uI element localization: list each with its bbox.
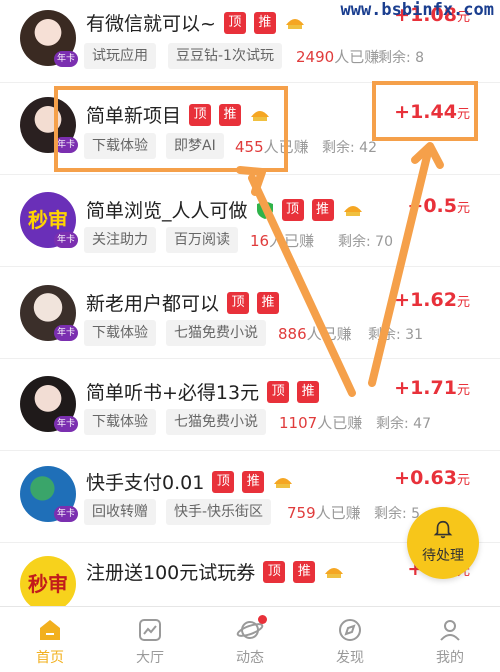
recommend-tag: 推	[257, 291, 280, 314]
task-title-row: 有微信就可以~ 顶 推	[86, 9, 306, 36]
task-row[interactable]: 年卡 简单新项目 顶 推 下载体验 即梦AI 455人已赚 剩余: 42 +1.…	[0, 83, 500, 175]
task-title-row: 简单浏览_人人可做 顶 推	[86, 196, 364, 223]
reward-price: +0.63元	[394, 467, 470, 489]
vip-badge: 年卡	[54, 325, 78, 341]
recommend-tag: 推	[219, 103, 242, 126]
category-chip: 回收转赠	[84, 499, 156, 525]
reward-price: +1.71元	[394, 377, 470, 399]
task-row[interactable]: 秒审 年卡 简单浏览_人人可做 顶 推 关注助力 百万阅读 16人已赚 剩余: …	[0, 175, 500, 267]
express-icon	[325, 567, 344, 578]
vip-badge: 年卡	[54, 232, 78, 248]
notification-dot	[258, 615, 267, 624]
top-tag: 顶	[223, 11, 246, 34]
nav-label: 动态	[236, 650, 264, 666]
chart-icon	[139, 619, 161, 641]
category-chip: 下载体验	[84, 133, 156, 159]
app-chip: 快手-快乐街区	[166, 499, 272, 525]
nav-label: 发现	[336, 650, 364, 666]
task-title: 注册送100元试玩券	[86, 562, 256, 584]
task-title: 简单浏览_人人可做	[86, 200, 248, 222]
task-title: 简单听书+必得13元	[86, 382, 260, 404]
bell-icon	[433, 520, 453, 539]
nav-home[interactable]: 首页	[0, 607, 100, 672]
watermark: www.bsbinfx.com	[340, 0, 494, 20]
earned-count: 455人已赚	[235, 138, 309, 156]
express-icon	[343, 205, 362, 216]
task-title-row: 简单新项目 顶 推	[86, 101, 271, 128]
nav-label: 我的	[436, 650, 464, 666]
express-icon	[251, 110, 270, 121]
earned-count: 886人已赚	[278, 325, 352, 343]
task-title-row: 快手支付0.01 顶 推	[86, 468, 294, 495]
user-icon	[440, 620, 460, 641]
app-chip: 七猫免费小说	[166, 320, 266, 346]
nav-feed[interactable]: 动态	[200, 607, 300, 672]
vip-badge: 年卡	[54, 506, 78, 522]
recommend-tag: 推	[297, 380, 320, 403]
recommend-tag: 推	[253, 11, 276, 34]
category-chip: 关注助力	[84, 227, 156, 253]
task-row[interactable]: 年卡 简单听书+必得13元 顶 推 下载体验 七猫免费小说 1107人已赚 剩余…	[0, 359, 500, 451]
safe-shield-icon	[256, 200, 273, 219]
express-icon	[285, 18, 304, 29]
top-tag: 顶	[189, 103, 212, 126]
top-tag: 顶	[263, 560, 286, 583]
top-tag: 顶	[227, 291, 250, 314]
app-chip: 百万阅读	[166, 227, 238, 253]
nav-discover[interactable]: 发现	[300, 607, 400, 672]
pending-label: 待处理	[422, 548, 464, 564]
remaining-count: 剩余: 42	[322, 140, 377, 156]
app-chip: 豆豆钻-1次试玩	[168, 43, 282, 69]
reward-price: +1.62元	[394, 289, 470, 311]
earned-count: 1107人已赚	[279, 414, 363, 432]
remaining-count: 剩余: 47	[376, 416, 431, 432]
vip-badge: 年卡	[54, 416, 78, 432]
nav-label: 大厅	[136, 650, 164, 666]
compass-icon	[339, 619, 361, 641]
vip-badge: 年卡	[54, 137, 78, 153]
recommend-tag: 推	[293, 560, 316, 583]
category-chip: 试玩应用	[84, 43, 156, 69]
reward-price: +1.44元	[394, 101, 470, 123]
nav-label: 首页	[36, 650, 64, 666]
reward-price: +0.5元	[407, 195, 470, 217]
earned-count: 2490人已赚	[296, 48, 380, 66]
remaining-count: 剩余: 31	[368, 327, 423, 343]
task-title: 简单新项目	[86, 105, 182, 127]
home-icon	[40, 620, 60, 640]
app-chip: 七猫免费小说	[166, 409, 266, 435]
bottom-nav: 首页 大厅 动态 发现 我的	[0, 606, 500, 672]
task-title: 快手支付0.01	[86, 472, 205, 494]
recommend-tag: 推	[242, 470, 265, 493]
vip-badge: 年卡	[54, 51, 78, 67]
remaining-count: 剩余: 8	[378, 50, 425, 66]
express-icon	[274, 477, 293, 488]
earned-count: 16人已赚	[250, 232, 315, 250]
earned-count: 759人已赚	[287, 504, 361, 522]
top-tag: 顶	[267, 380, 290, 403]
app-chip: 即梦AI	[166, 133, 224, 159]
task-title: 有微信就可以~	[86, 13, 216, 35]
remaining-count: 剩余: 70	[338, 234, 393, 250]
top-tag: 顶	[281, 198, 304, 221]
recommend-tag: 推	[311, 198, 334, 221]
nav-profile[interactable]: 我的	[400, 607, 500, 672]
category-chip: 下载体验	[84, 409, 156, 435]
task-title-row: 注册送100元试玩券 顶 推	[86, 558, 345, 585]
task-title: 新老用户都可以	[86, 293, 220, 315]
task-title-row: 简单听书+必得13元 顶 推	[86, 378, 320, 405]
pending-button[interactable]: 待处理	[407, 507, 479, 579]
category-chip: 下载体验	[84, 320, 156, 346]
task-row[interactable]: 年卡 新老用户都可以 顶 推 下载体验 七猫免费小说 886人已赚 剩余: 31…	[0, 267, 500, 359]
top-tag: 顶	[212, 470, 235, 493]
nav-hall[interactable]: 大厅	[100, 607, 200, 672]
avatar: 秒审	[20, 556, 76, 606]
task-title-row: 新老用户都可以 顶 推	[86, 289, 280, 316]
